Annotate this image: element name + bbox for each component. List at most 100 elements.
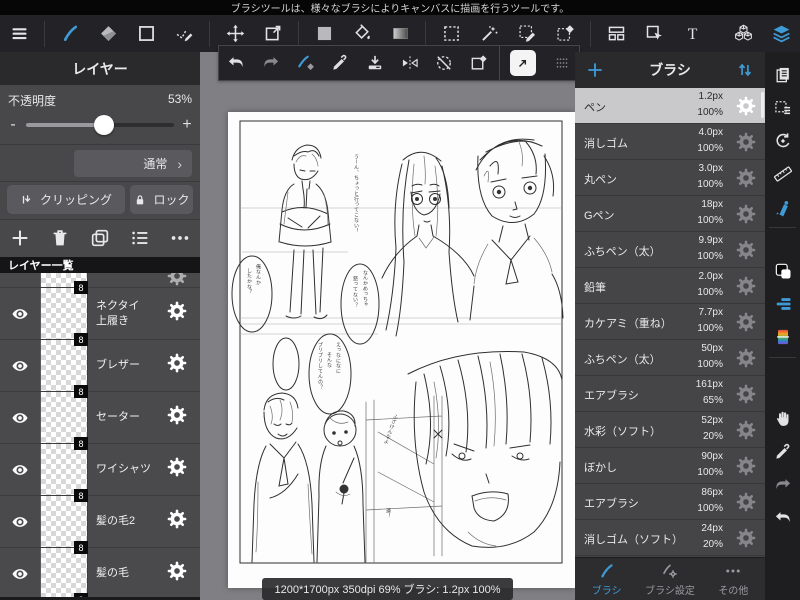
add-layer-icon[interactable] bbox=[9, 227, 31, 249]
opacity-minus-button[interactable]: - bbox=[0, 116, 26, 134]
layer-row-partial[interactable]: 8 bbox=[0, 273, 200, 294]
brush-eraser-toggle-button[interactable] bbox=[288, 46, 323, 80]
material-shortcut-button[interactable] bbox=[510, 50, 537, 76]
brush-list-scrollbar[interactable] bbox=[761, 92, 764, 118]
opacity-plus-button[interactable]: + bbox=[174, 116, 200, 134]
panel-divide-tool-button[interactable] bbox=[597, 19, 635, 49]
clear-layer-button[interactable] bbox=[462, 46, 497, 80]
layer-settings-button[interactable] bbox=[166, 456, 188, 483]
layer-row[interactable]: ネクタイ 上履き 8 bbox=[0, 288, 200, 346]
redo-button[interactable] bbox=[254, 46, 289, 80]
undo-button[interactable] bbox=[219, 46, 254, 80]
more-options-icon[interactable] bbox=[169, 227, 191, 249]
layer-row[interactable]: ブレザー 8 bbox=[0, 340, 200, 398]
layer-visibility-button[interactable] bbox=[0, 305, 40, 323]
brush-settings-button[interactable] bbox=[735, 383, 757, 410]
brush-settings-button[interactable] bbox=[735, 131, 757, 158]
layer-row[interactable]: 髪の毛2 8 bbox=[0, 496, 200, 554]
brush-row[interactable]: 消しゴム（ソフト） 24px 20% bbox=[575, 520, 765, 556]
canvas-workspace[interactable]: 俺なんか したかな？ なんかめっちゃ 怒ってない？ うーん、ちょっと行ってこない… bbox=[200, 52, 575, 600]
select-eraser-tool-button[interactable] bbox=[546, 19, 584, 49]
brush-row[interactable]: ふちペン（太） 50px 100% bbox=[575, 340, 765, 376]
brush-row[interactable]: ぼかし 90px 100% bbox=[575, 448, 765, 484]
color-swatch-button[interactable] bbox=[305, 19, 343, 49]
tab-others[interactable]: その他 bbox=[702, 558, 765, 600]
3d-material-button[interactable] bbox=[724, 19, 762, 49]
flip-horizontal-button[interactable] bbox=[392, 46, 427, 80]
layer-settings-button[interactable] bbox=[166, 300, 188, 327]
transform-tool-button[interactable] bbox=[254, 19, 292, 49]
brush-row[interactable]: 水彩（ソフト） 52px 20% bbox=[575, 412, 765, 448]
save-button[interactable] bbox=[358, 46, 393, 80]
toolbar-drag-handle[interactable] bbox=[545, 54, 579, 72]
brush-settings-button[interactable] bbox=[735, 167, 757, 194]
brush-row[interactable]: 消しゴム 4.0px 100% bbox=[575, 124, 765, 160]
foreground-background-color-button[interactable] bbox=[765, 254, 800, 287]
delete-layer-icon[interactable] bbox=[49, 227, 71, 249]
brush-row[interactable]: ふちペン（太） 9.9px 100% bbox=[575, 232, 765, 268]
clipping-button[interactable]: クリッピング bbox=[7, 185, 125, 214]
brush-row[interactable]: エアブラシ 161px 65% bbox=[575, 376, 765, 412]
brush-row[interactable]: Gペン 18px 100% bbox=[575, 196, 765, 232]
page-manager-button[interactable] bbox=[765, 58, 800, 91]
layer-settings-button[interactable] bbox=[166, 508, 188, 535]
brush-row[interactable]: 鉛筆 2.0px 100% bbox=[575, 268, 765, 304]
layer-row[interactable]: ワイシャツ 8 bbox=[0, 444, 200, 502]
layer-thumbnail[interactable] bbox=[40, 340, 88, 391]
layer-visibility-button[interactable] bbox=[0, 409, 40, 427]
brush-tool-button[interactable] bbox=[51, 19, 89, 49]
object-select-tool-button[interactable] bbox=[635, 19, 673, 49]
layer-settings-button[interactable] bbox=[166, 404, 188, 431]
gradient-tool-button[interactable] bbox=[381, 19, 419, 49]
reset-rotation-button[interactable] bbox=[765, 124, 800, 157]
brush-row[interactable]: エアブラシ 86px 100% bbox=[575, 484, 765, 520]
tab-brush[interactable]: ブラシ bbox=[575, 558, 638, 600]
layer-visibility-button[interactable] bbox=[0, 461, 40, 479]
selection-menu-button[interactable] bbox=[765, 91, 800, 124]
shape-tool-button[interactable] bbox=[127, 19, 165, 49]
select-rect-tool-button[interactable] bbox=[432, 19, 470, 49]
layer-row[interactable]: 髪の毛 8 bbox=[0, 548, 200, 597]
magic-wand-tool-button[interactable] bbox=[470, 19, 508, 49]
brush-settings-button[interactable] bbox=[735, 491, 757, 518]
brush-settings-button[interactable] bbox=[735, 95, 757, 122]
eyedropper-sidebar-button[interactable] bbox=[765, 435, 800, 468]
layer-list-icon[interactable] bbox=[129, 227, 151, 249]
snap-settings-button[interactable] bbox=[765, 287, 800, 320]
canvas-page[interactable]: 俺なんか したかな？ なんかめっちゃ 怒ってない？ うーん、ちょっと行ってこない… bbox=[228, 112, 575, 588]
blend-mode-button[interactable]: 通常 › bbox=[74, 150, 192, 177]
layer-thumbnail[interactable] bbox=[40, 288, 88, 339]
brush-settings-button[interactable] bbox=[735, 275, 757, 302]
hand-tool-button[interactable] bbox=[765, 402, 800, 435]
eyedropper-button[interactable] bbox=[323, 46, 358, 80]
eraser-tool-button[interactable] bbox=[89, 19, 127, 49]
layer-thumbnail[interactable] bbox=[40, 392, 88, 443]
brush-row[interactable]: ペン 1.2px 100% bbox=[575, 88, 765, 124]
undo-sidebar-button[interactable] bbox=[765, 501, 800, 534]
layer-thumbnail[interactable] bbox=[40, 496, 88, 547]
bucket-tool-button[interactable] bbox=[343, 19, 381, 49]
layer-settings-button[interactable] bbox=[166, 352, 188, 379]
select-pen-tool-button[interactable] bbox=[508, 19, 546, 49]
text-tool-button[interactable] bbox=[673, 19, 711, 49]
brush-settings-button[interactable] bbox=[735, 347, 757, 374]
duplicate-layer-icon[interactable] bbox=[89, 227, 111, 249]
layers-panel-button[interactable] bbox=[762, 19, 800, 49]
redo-sidebar-button[interactable] bbox=[765, 468, 800, 501]
layer-visibility-button[interactable] bbox=[0, 357, 40, 375]
layer-thumbnail[interactable] bbox=[40, 444, 88, 495]
color-palette-button[interactable] bbox=[765, 320, 800, 353]
layer-thumbnail[interactable] bbox=[40, 548, 88, 597]
add-brush-button[interactable] bbox=[575, 60, 615, 80]
tab-brush-settings[interactable]: ブラシ設定 bbox=[638, 558, 701, 600]
layer-row[interactable]: セーター 8 bbox=[0, 392, 200, 450]
sort-brushes-button[interactable] bbox=[725, 60, 765, 80]
polyline-tool-button[interactable] bbox=[165, 19, 203, 49]
opacity-slider-thumb[interactable] bbox=[94, 115, 115, 135]
brush-settings-button[interactable] bbox=[735, 527, 757, 554]
ruler-button[interactable] bbox=[765, 157, 800, 190]
layer-visibility-button[interactable] bbox=[0, 565, 40, 583]
layer-settings-button[interactable] bbox=[166, 560, 188, 587]
material-panel-button[interactable] bbox=[765, 190, 800, 223]
move-tool-button[interactable] bbox=[216, 19, 254, 49]
